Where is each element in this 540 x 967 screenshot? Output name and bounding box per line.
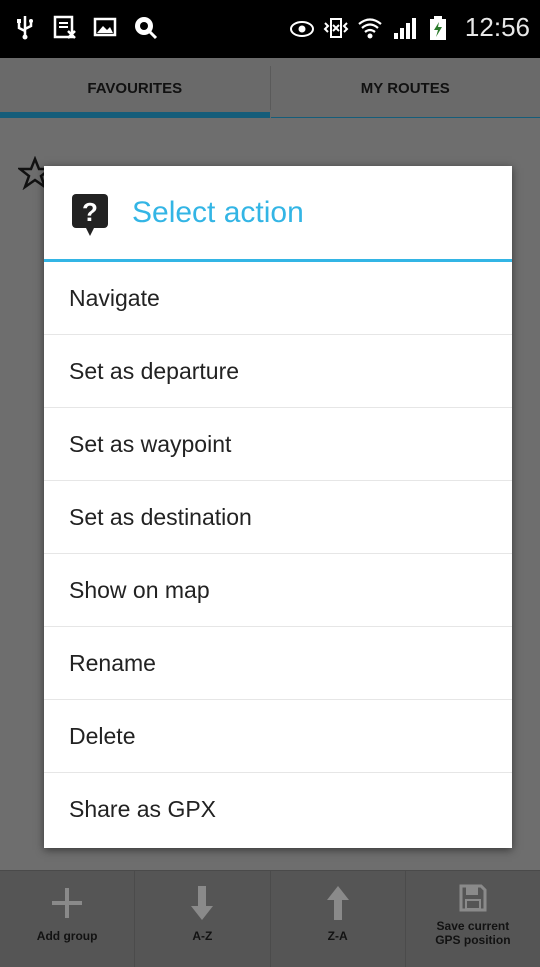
menu-item-set-as-departure[interactable]: Set as departure bbox=[44, 335, 512, 408]
menu-item-set-as-waypoint[interactable]: Set as waypoint bbox=[44, 408, 512, 481]
save-icon bbox=[458, 883, 488, 913]
battery-icon bbox=[425, 15, 451, 41]
status-left-icons bbox=[12, 14, 158, 40]
plus-icon bbox=[47, 883, 87, 923]
svg-text:?: ? bbox=[82, 197, 98, 227]
sort-z-a-button[interactable]: Z-A bbox=[271, 871, 406, 967]
status-bar: 12:56 bbox=[0, 0, 540, 58]
menu-item-navigate[interactable]: Navigate bbox=[44, 262, 512, 335]
add-group-label: Add group bbox=[37, 929, 98, 943]
add-group-button[interactable]: Add group bbox=[0, 871, 135, 967]
sort-a-z-button[interactable]: A-Z bbox=[135, 871, 270, 967]
vibrate-icon bbox=[323, 15, 349, 41]
menu-item-rename[interactable]: Rename bbox=[44, 627, 512, 700]
tab-bar: FAVOURITES MY ROUTES bbox=[0, 58, 540, 118]
usb-icon bbox=[12, 14, 38, 40]
action-menu: Navigate Set as departure Set as waypoin… bbox=[44, 262, 512, 846]
save-gps-position-label: Save current GPS position bbox=[435, 919, 510, 947]
app-icon bbox=[132, 14, 158, 40]
sort-z-a-label: Z-A bbox=[328, 929, 348, 943]
status-time: 12:56 bbox=[465, 12, 530, 43]
menu-item-show-on-map[interactable]: Show on map bbox=[44, 554, 512, 627]
dialog-header: ? Select action bbox=[44, 166, 512, 262]
save-gps-position-button[interactable]: Save current GPS position bbox=[406, 871, 540, 967]
signal-icon bbox=[391, 15, 417, 41]
eye-icon bbox=[289, 15, 315, 41]
status-right-icons: 12:56 bbox=[289, 12, 530, 43]
select-action-dialog: ? Select action Navigate Set as departur… bbox=[44, 166, 512, 848]
tab-favourites[interactable]: FAVOURITES bbox=[0, 58, 270, 118]
dialog-title: Select action bbox=[132, 196, 304, 230]
wifi-icon bbox=[357, 15, 383, 41]
arrow-down-icon bbox=[182, 883, 222, 923]
menu-item-delete[interactable]: Delete bbox=[44, 700, 512, 773]
notification-icon bbox=[52, 14, 78, 40]
arrow-up-icon bbox=[318, 883, 358, 923]
menu-item-set-as-destination[interactable]: Set as destination bbox=[44, 481, 512, 554]
question-icon: ? bbox=[72, 194, 108, 238]
menu-item-share-as-gpx[interactable]: Share as GPX bbox=[44, 773, 512, 846]
tab-my-routes[interactable]: MY ROUTES bbox=[271, 58, 540, 118]
image-icon bbox=[92, 14, 118, 40]
tab-my-routes-label: MY ROUTES bbox=[361, 80, 450, 97]
bottom-toolbar: Add group A-Z Z-A Save current GPS posit… bbox=[0, 870, 540, 967]
tab-favourites-label: FAVOURITES bbox=[87, 80, 182, 97]
sort-a-z-label: A-Z bbox=[192, 929, 212, 943]
